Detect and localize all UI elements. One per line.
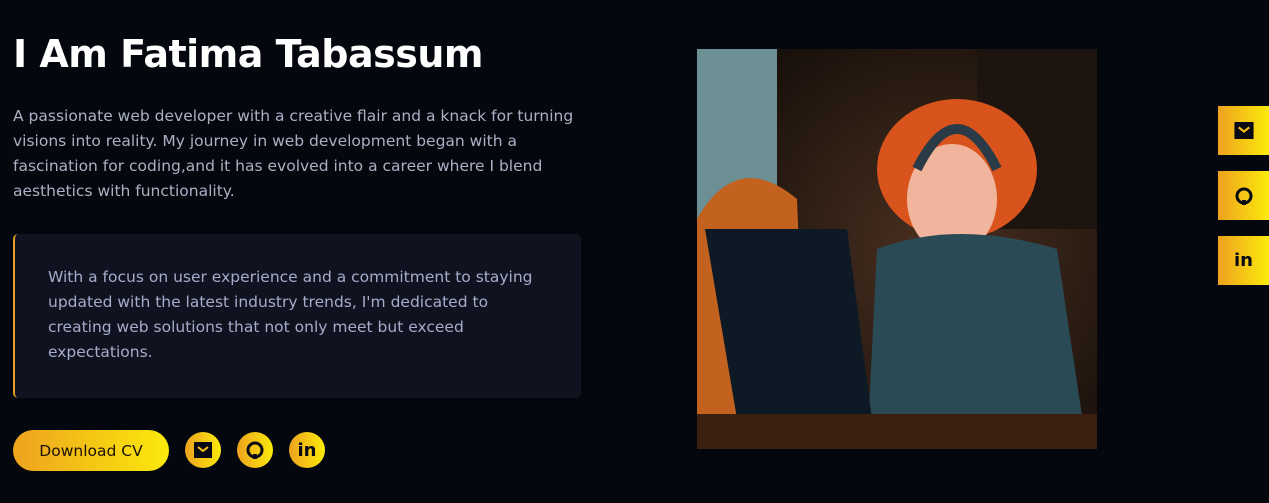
mail-icon	[194, 442, 212, 458]
linkedin-link[interactable]: in	[289, 432, 325, 468]
github-icon	[1235, 187, 1252, 205]
side-github-link[interactable]	[1218, 171, 1269, 220]
intro-text: A passionate web developer with a creati…	[13, 107, 574, 200]
quote-card: With a focus on user experience and a co…	[13, 234, 581, 398]
mail-link[interactable]	[185, 432, 221, 468]
github-link[interactable]	[237, 432, 273, 468]
hero-illustration	[697, 49, 1097, 449]
linkedin-icon: in	[1234, 250, 1253, 271]
side-mail-link[interactable]	[1218, 106, 1269, 155]
mail-icon	[1233, 122, 1254, 139]
github-icon	[246, 441, 264, 459]
side-linkedin-link[interactable]: in	[1218, 236, 1269, 285]
download-cv-button[interactable]: Download CV	[13, 430, 169, 471]
page-title: I Am Fatima Tabassum	[13, 32, 484, 76]
linkedin-icon: in	[297, 439, 317, 461]
